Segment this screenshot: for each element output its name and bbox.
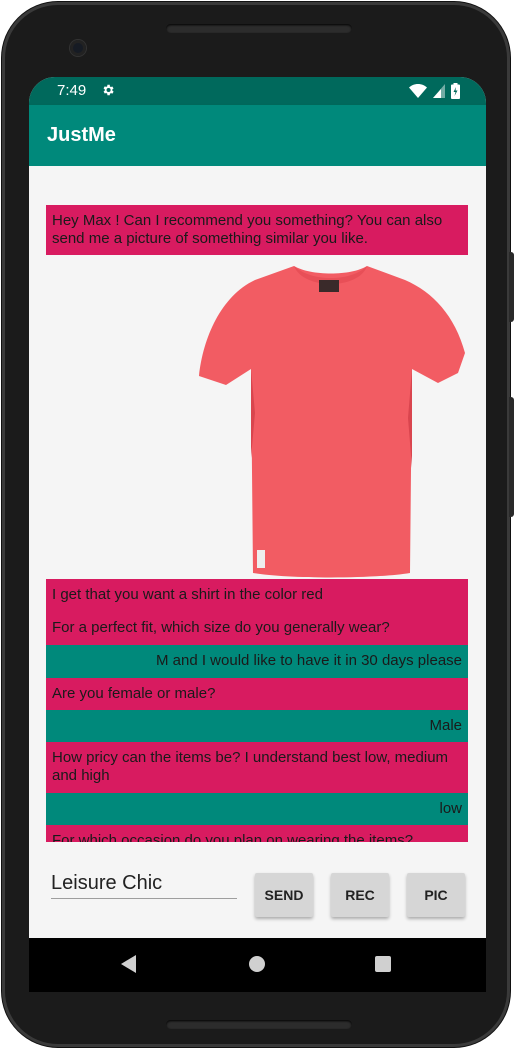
chat-message-bot: I get that you want a shirt in the color…: [46, 579, 468, 612]
screen: 7:49 JustMe Hey Max ! Can I recommend yo…: [29, 77, 486, 992]
power-button: [509, 252, 514, 322]
back-icon[interactable]: [121, 955, 136, 973]
red-tshirt-image: [199, 266, 465, 578]
volume-button: [509, 397, 514, 517]
settings-gear-icon: [103, 84, 114, 96]
status-bar: 7:49: [29, 77, 486, 105]
chat-area[interactable]: Hey Max ! Can I recommend you something?…: [29, 166, 486, 938]
chat-message-user: Male: [46, 710, 468, 742]
pic-button[interactable]: PIC: [407, 873, 465, 917]
earpiece-speaker: [166, 24, 352, 33]
chat-message-bot: Are you female or male?: [46, 678, 468, 710]
message-input[interactable]: [51, 868, 237, 899]
cell-signal-icon: [433, 84, 445, 98]
wifi-icon: [409, 84, 427, 98]
chat-message-bot: How pricy can the items be? I understand…: [46, 742, 468, 793]
app-bar: JustMe: [29, 105, 486, 166]
chat-message-bot: For a perfect fit, which size do you gen…: [46, 612, 468, 645]
app-title: JustMe: [47, 124, 116, 146]
bottom-speaker: [166, 1020, 352, 1029]
battery-charging-icon: [451, 83, 460, 99]
chat-message-user: low: [46, 793, 468, 825]
composer: SEND REC PIC: [29, 842, 486, 938]
phone-frame: 7:49 JustMe Hey Max ! Can I recommend yo…: [2, 2, 514, 1047]
navigation-bar: [29, 938, 486, 992]
send-button[interactable]: SEND: [255, 873, 313, 917]
rec-button[interactable]: REC: [331, 873, 389, 917]
chat-message-user: M and I would like to have it in 30 days…: [46, 645, 468, 678]
home-icon[interactable]: [249, 956, 265, 972]
recent-apps-icon[interactable]: [375, 956, 391, 972]
status-time: 7:49: [57, 82, 87, 99]
front-camera: [70, 40, 86, 56]
chat-message-bot: Hey Max ! Can I recommend you something?…: [46, 205, 468, 255]
